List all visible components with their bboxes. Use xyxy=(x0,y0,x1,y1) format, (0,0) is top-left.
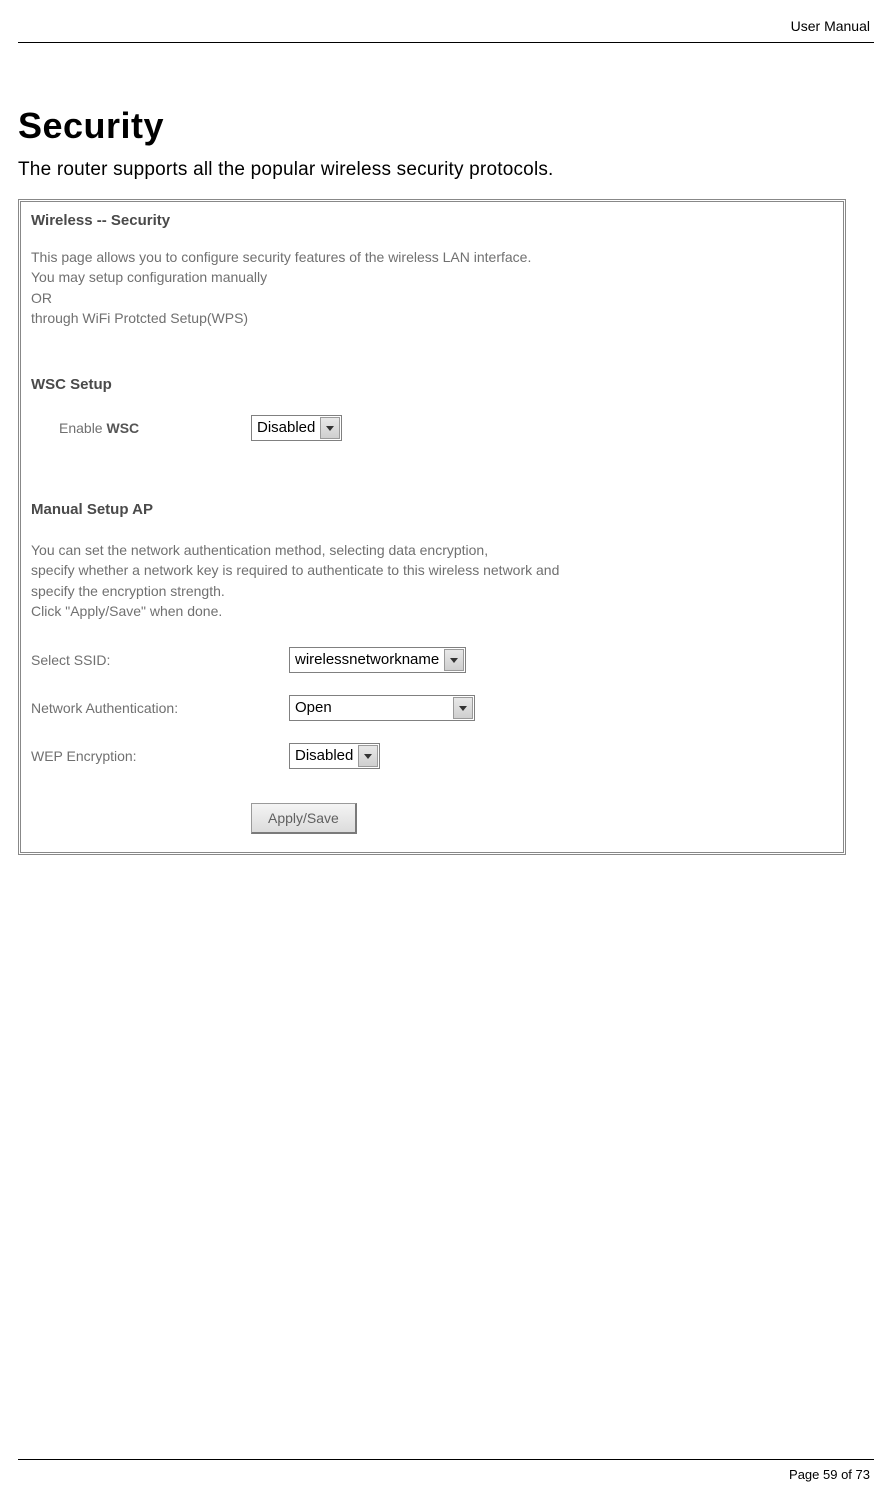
network-auth-label: Network Authentication: xyxy=(31,700,289,716)
page-intro: The router supports all the popular wire… xyxy=(18,159,874,181)
page-number: Page 59 of 73 xyxy=(789,1467,870,1482)
network-auth-value: Open xyxy=(290,696,337,720)
chevron-down-icon xyxy=(453,697,473,719)
enable-wsc-row: Enable WSC Disabled xyxy=(31,415,833,441)
network-auth-select[interactable]: Open xyxy=(289,695,475,721)
header-rule xyxy=(18,42,874,43)
security-panel: Wireless -- Security This page allows yo… xyxy=(18,199,846,855)
chevron-down-icon xyxy=(358,745,378,767)
apply-row: Apply/Save xyxy=(31,803,833,834)
select-ssid-row: Select SSID: wirelessnetworkname xyxy=(31,647,833,673)
panel-intro-text: This page allows you to configure securi… xyxy=(31,247,833,328)
enable-wsc-label-prefix: Enable xyxy=(59,420,106,436)
select-ssid-value: wirelessnetworkname xyxy=(290,648,444,672)
network-auth-row: Network Authentication: Open xyxy=(31,695,833,721)
enable-wsc-label-strong: WSC xyxy=(106,420,139,436)
footer-rule xyxy=(18,1459,874,1460)
panel-title: Wireless -- Security xyxy=(31,212,833,229)
wep-encryption-value: Disabled xyxy=(290,744,358,768)
wsc-section-title: WSC Setup xyxy=(31,376,833,393)
doc-header-label: User Manual xyxy=(791,18,870,34)
enable-wsc-select-value: Disabled xyxy=(252,416,320,440)
wep-encryption-row: WEP Encryption: Disabled xyxy=(31,743,833,769)
wep-encryption-label: WEP Encryption: xyxy=(31,748,289,764)
enable-wsc-select[interactable]: Disabled xyxy=(251,415,342,441)
select-ssid-select[interactable]: wirelessnetworkname xyxy=(289,647,466,673)
manual-description: You can set the network authentication m… xyxy=(31,540,833,621)
enable-wsc-label: Enable WSC xyxy=(31,420,251,436)
page-heading: Security xyxy=(18,105,874,147)
apply-save-button[interactable]: Apply/Save xyxy=(251,803,357,834)
select-ssid-label: Select SSID: xyxy=(31,652,289,668)
manual-section-title: Manual Setup AP xyxy=(31,501,833,518)
chevron-down-icon xyxy=(320,417,340,439)
chevron-down-icon xyxy=(444,649,464,671)
wep-encryption-select[interactable]: Disabled xyxy=(289,743,380,769)
